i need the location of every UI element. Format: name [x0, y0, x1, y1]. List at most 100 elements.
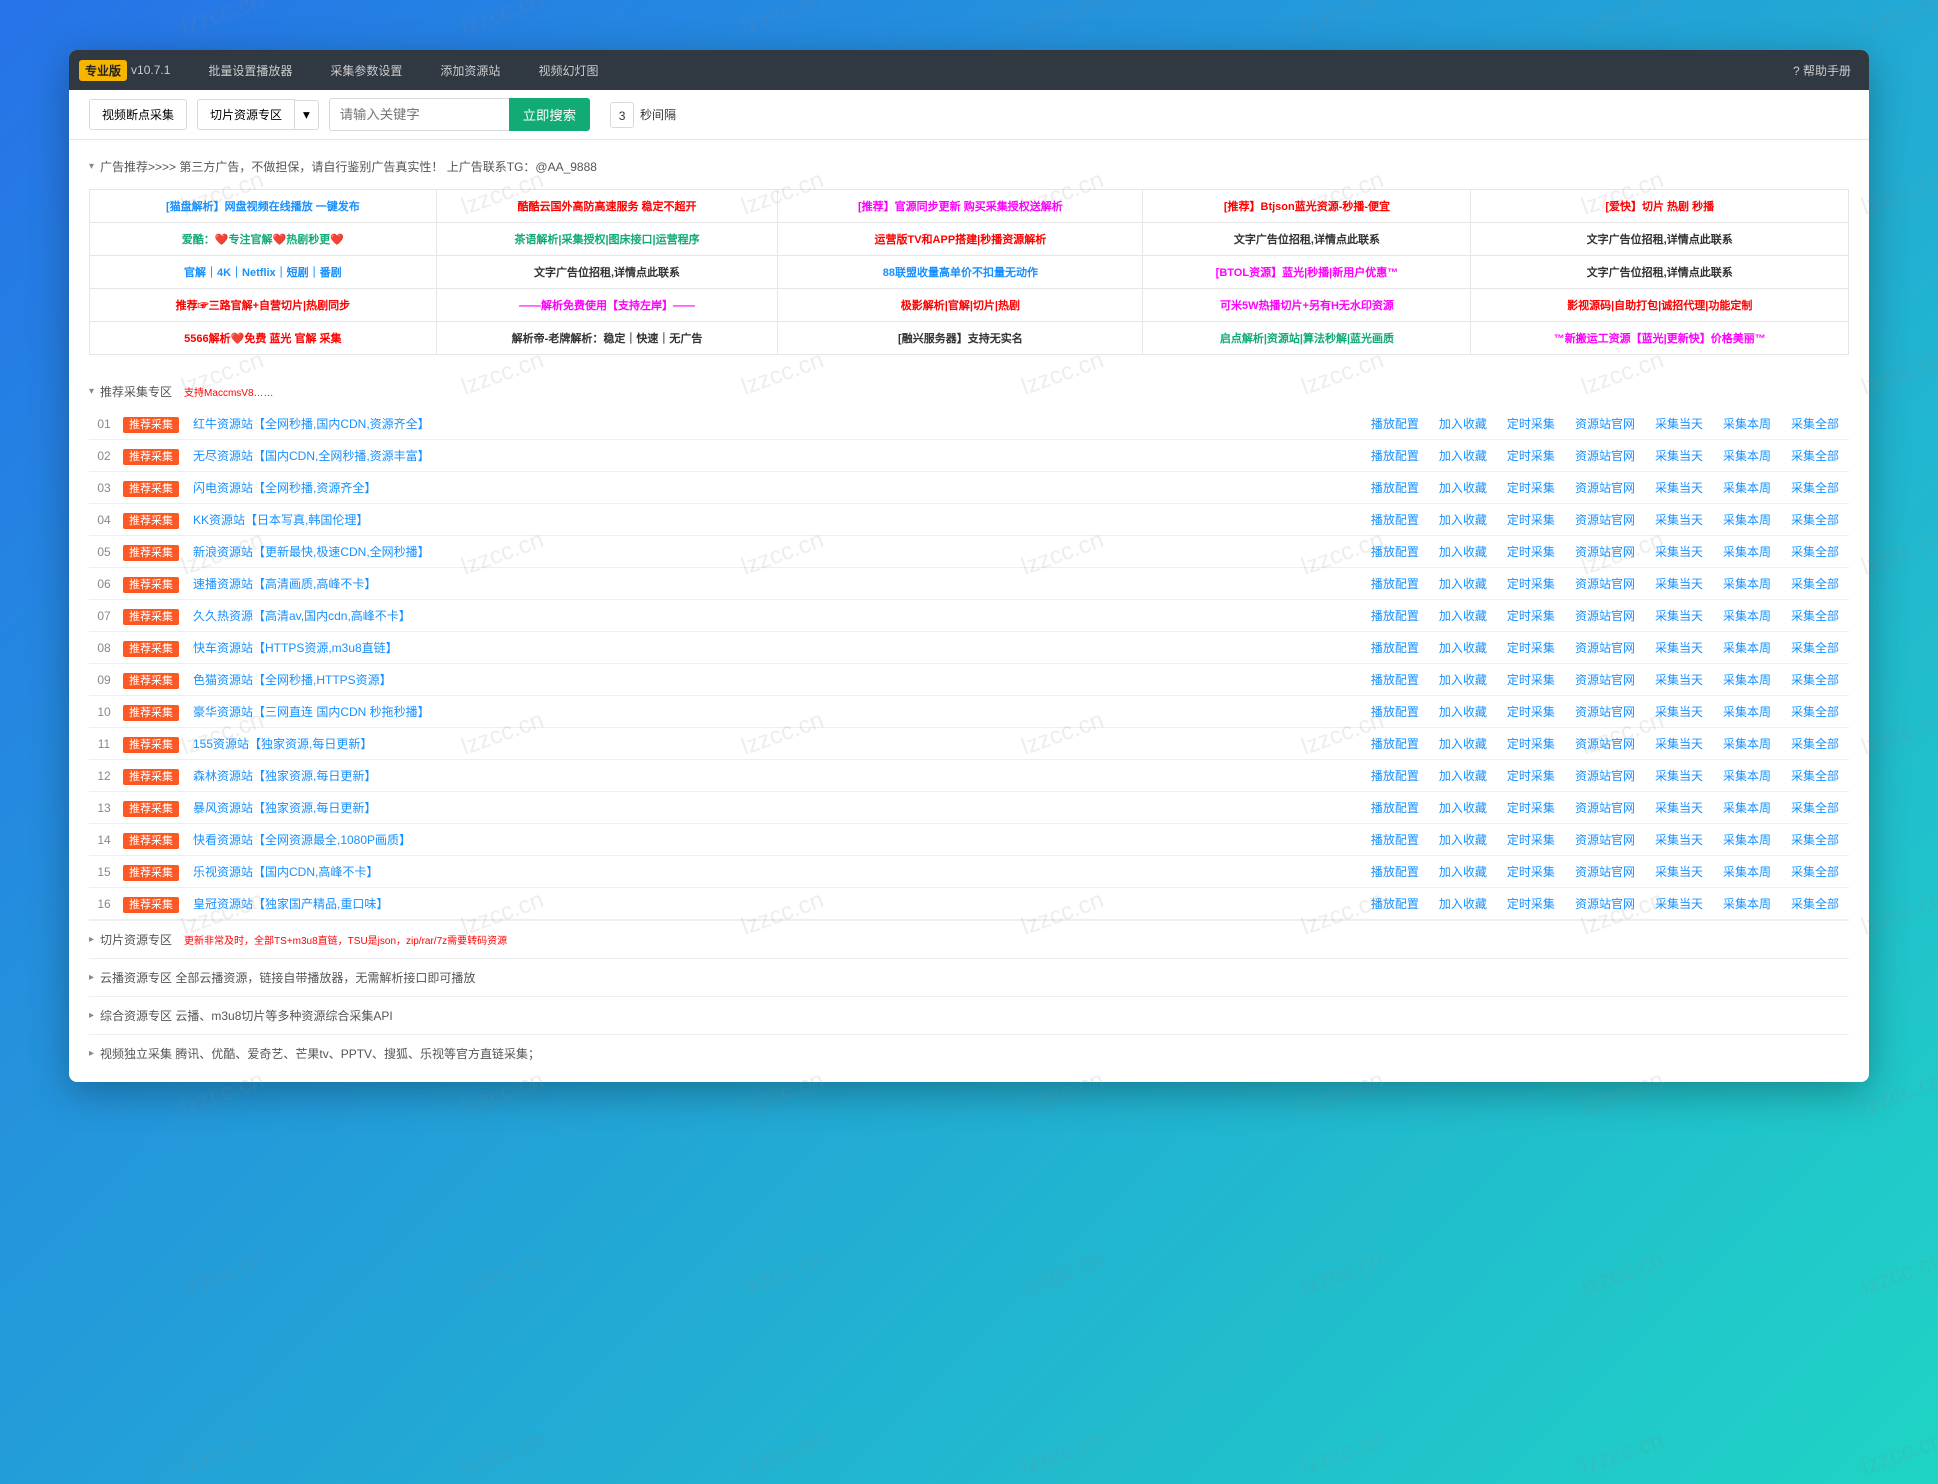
- action-link[interactable]: 采集全部: [1785, 545, 1845, 559]
- action-link[interactable]: 采集本周: [1717, 833, 1777, 847]
- action-link[interactable]: 采集本周: [1717, 737, 1777, 751]
- action-link[interactable]: 加入收藏: [1433, 641, 1493, 655]
- ad-cell[interactable]: 文字广告位招租,详情点此联系: [436, 256, 778, 289]
- resource-title[interactable]: 闪电资源站【全网秒播,资源齐全】: [193, 481, 376, 495]
- resource-title[interactable]: 快车资源站【HTTPS资源,m3u8直链】: [193, 641, 398, 655]
- ad-cell[interactable]: 文字广告位招租,详情点此联系: [1143, 223, 1471, 256]
- action-link[interactable]: 定时采集: [1501, 737, 1561, 751]
- nav-item[interactable]: 采集参数设置: [312, 52, 420, 89]
- action-link[interactable]: 资源站官网: [1569, 833, 1641, 847]
- action-link[interactable]: 采集本周: [1717, 641, 1777, 655]
- action-link[interactable]: 采集全部: [1785, 641, 1845, 655]
- action-link[interactable]: 加入收藏: [1433, 865, 1493, 879]
- action-link[interactable]: 定时采集: [1501, 833, 1561, 847]
- sub-section-header[interactable]: ▸视频独立采集 腾讯、优酷、爱奇艺、芒果tv、PPTV、搜狐、乐视等官方直链采集…: [89, 1034, 1849, 1072]
- action-link[interactable]: 采集当天: [1649, 769, 1709, 783]
- action-link[interactable]: 定时采集: [1501, 897, 1561, 911]
- ad-cell[interactable]: 影视源码|自助打包|诚招代理|功能定制: [1471, 289, 1849, 322]
- ad-cell[interactable]: 可米5W热播切片+另有H无水印资源: [1143, 289, 1471, 322]
- action-link[interactable]: 播放配置: [1365, 545, 1425, 559]
- action-link[interactable]: 加入收藏: [1433, 609, 1493, 623]
- action-link[interactable]: 加入收藏: [1433, 449, 1493, 463]
- action-link[interactable]: 采集全部: [1785, 513, 1845, 527]
- action-link[interactable]: 采集当天: [1649, 737, 1709, 751]
- zone-dropdown[interactable]: 切片资源专区 ▾: [197, 99, 319, 130]
- resource-title[interactable]: 速播资源站【高清画质,高峰不卡】: [193, 577, 376, 591]
- action-link[interactable]: 播放配置: [1365, 801, 1425, 815]
- resource-title[interactable]: 色猫资源站【全网秒播,HTTPS资源】: [193, 673, 392, 687]
- action-link[interactable]: 采集当天: [1649, 705, 1709, 719]
- collect-button[interactable]: 视频断点采集: [89, 99, 187, 130]
- action-link[interactable]: 资源站官网: [1569, 609, 1641, 623]
- action-link[interactable]: 采集当天: [1649, 577, 1709, 591]
- action-link[interactable]: 资源站官网: [1569, 641, 1641, 655]
- action-link[interactable]: 采集本周: [1717, 801, 1777, 815]
- sub-section-header[interactable]: ▸切片资源专区更新非常及时，全部TS+m3u8直链，TSU是json，zip/r…: [89, 920, 1849, 958]
- resource-title[interactable]: 森林资源站【独家资源,每日更新】: [193, 769, 376, 783]
- action-link[interactable]: 播放配置: [1365, 641, 1425, 655]
- action-link[interactable]: 资源站官网: [1569, 737, 1641, 751]
- action-link[interactable]: 采集全部: [1785, 769, 1845, 783]
- ad-cell[interactable]: [融兴服务器】支持无实名: [778, 322, 1143, 355]
- action-link[interactable]: 播放配置: [1365, 513, 1425, 527]
- resource-title[interactable]: 暴风资源站【独家资源,每日更新】: [193, 801, 376, 815]
- action-link[interactable]: 采集本周: [1717, 577, 1777, 591]
- action-link[interactable]: 定时采集: [1501, 769, 1561, 783]
- action-link[interactable]: 定时采集: [1501, 801, 1561, 815]
- action-link[interactable]: 加入收藏: [1433, 897, 1493, 911]
- action-link[interactable]: 采集本周: [1717, 865, 1777, 879]
- action-link[interactable]: 资源站官网: [1569, 513, 1641, 527]
- action-link[interactable]: 加入收藏: [1433, 577, 1493, 591]
- action-link[interactable]: 定时采集: [1501, 513, 1561, 527]
- action-link[interactable]: 定时采集: [1501, 865, 1561, 879]
- action-link[interactable]: 采集本周: [1717, 513, 1777, 527]
- ad-cell[interactable]: [推荐】官源同步更新 购买采集授权送解析: [778, 190, 1143, 223]
- action-link[interactable]: 采集当天: [1649, 545, 1709, 559]
- resource-title[interactable]: 久久热资源【高清av,国内cdn,高峰不卡】: [193, 609, 411, 623]
- action-link[interactable]: 加入收藏: [1433, 673, 1493, 687]
- action-link[interactable]: 播放配置: [1365, 833, 1425, 847]
- action-link[interactable]: 采集当天: [1649, 449, 1709, 463]
- action-link[interactable]: 采集全部: [1785, 449, 1845, 463]
- action-link[interactable]: 采集全部: [1785, 417, 1845, 431]
- action-link[interactable]: 加入收藏: [1433, 737, 1493, 751]
- action-link[interactable]: 采集当天: [1649, 673, 1709, 687]
- action-link[interactable]: 资源站官网: [1569, 897, 1641, 911]
- ad-cell[interactable]: 极影解析|官解|切片|热剧: [778, 289, 1143, 322]
- chevron-down-icon[interactable]: ▾: [295, 100, 319, 130]
- action-link[interactable]: 采集全部: [1785, 673, 1845, 687]
- action-link[interactable]: 定时采集: [1501, 609, 1561, 623]
- action-link[interactable]: 采集当天: [1649, 513, 1709, 527]
- action-link[interactable]: 加入收藏: [1433, 513, 1493, 527]
- action-link[interactable]: 播放配置: [1365, 577, 1425, 591]
- action-link[interactable]: 采集全部: [1785, 801, 1845, 815]
- nav-item[interactable]: 视频幻灯图: [520, 52, 616, 89]
- action-link[interactable]: 采集本周: [1717, 769, 1777, 783]
- action-link[interactable]: 采集本周: [1717, 609, 1777, 623]
- action-link[interactable]: 采集当天: [1649, 833, 1709, 847]
- action-link[interactable]: 定时采集: [1501, 641, 1561, 655]
- action-link[interactable]: 加入收藏: [1433, 801, 1493, 815]
- action-link[interactable]: 采集全部: [1785, 609, 1845, 623]
- ad-cell[interactable]: 运营版TV和APP搭建|秒播资源解析: [778, 223, 1143, 256]
- action-link[interactable]: 播放配置: [1365, 897, 1425, 911]
- action-link[interactable]: 采集本周: [1717, 449, 1777, 463]
- action-link[interactable]: 资源站官网: [1569, 865, 1641, 879]
- action-link[interactable]: 资源站官网: [1569, 545, 1641, 559]
- action-link[interactable]: 播放配置: [1365, 865, 1425, 879]
- resource-title[interactable]: 红牛资源站【全网秒播,国内CDN,资源齐全】: [193, 417, 430, 431]
- action-link[interactable]: 采集当天: [1649, 609, 1709, 623]
- search-button[interactable]: 立即搜索: [509, 98, 590, 131]
- action-link[interactable]: 采集全部: [1785, 737, 1845, 751]
- action-link[interactable]: 资源站官网: [1569, 673, 1641, 687]
- ad-cell[interactable]: 启点解析|资源站|算法秒解|蓝光画质: [1143, 322, 1471, 355]
- action-link[interactable]: 定时采集: [1501, 545, 1561, 559]
- ad-cell[interactable]: [推荐】Btjson蓝光资源-秒播-便宜: [1143, 190, 1471, 223]
- ad-cell[interactable]: 5566解析❤️免费 蓝光 官解 采集: [90, 322, 437, 355]
- zone-button[interactable]: 切片资源专区: [197, 99, 295, 130]
- action-link[interactable]: 播放配置: [1365, 705, 1425, 719]
- action-link[interactable]: 定时采集: [1501, 673, 1561, 687]
- action-link[interactable]: 加入收藏: [1433, 833, 1493, 847]
- action-link[interactable]: 采集当天: [1649, 481, 1709, 495]
- ad-cell[interactable]: 推荐☞三路官解+自营切片|热剧同步: [90, 289, 437, 322]
